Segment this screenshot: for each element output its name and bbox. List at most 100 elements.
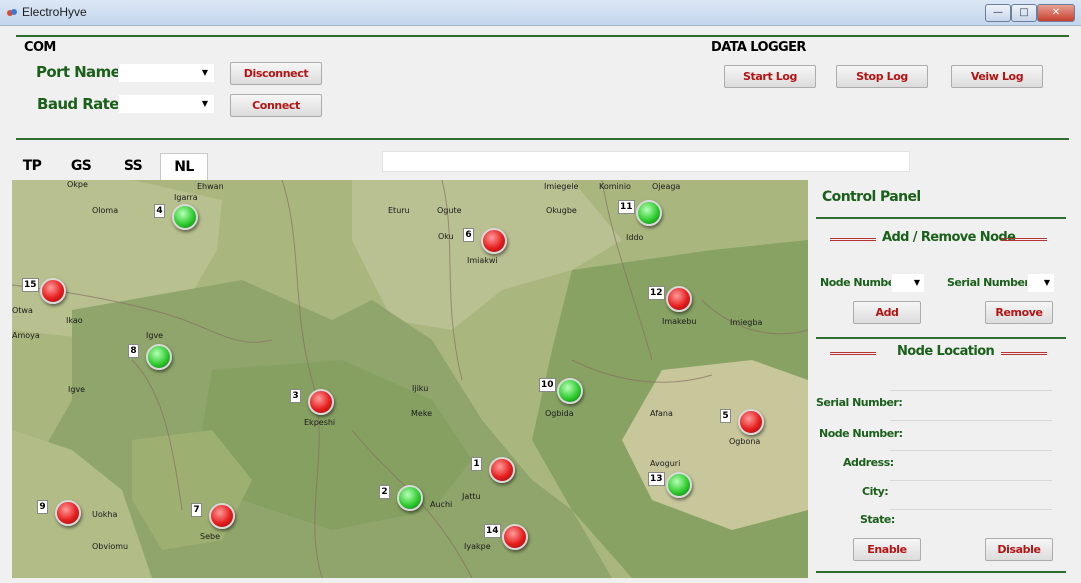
node-number: 12 [648, 286, 665, 300]
disable-button[interactable]: Disable [985, 538, 1053, 561]
node-status-light [397, 485, 423, 511]
stop-log-button[interactable]: Stop Log [836, 65, 928, 88]
place-label: Ijiku [412, 384, 429, 393]
add-remove-title: Add / Remove Node [882, 230, 1016, 245]
map-node[interactable]: 14 [484, 522, 532, 552]
value-line [890, 509, 1052, 510]
map-node[interactable]: 4 [154, 202, 202, 232]
map-node[interactable]: 3 [290, 387, 338, 417]
node-status-light [209, 503, 235, 529]
node-number: 5 [720, 409, 731, 423]
place-label: Amoya [12, 331, 40, 340]
place-label: Jattu [462, 492, 481, 501]
enable-button[interactable]: Enable [853, 538, 921, 561]
location-address-label: Address: [843, 456, 894, 469]
place-label: Eturu [388, 206, 410, 215]
disconnect-button[interactable]: Disconnect [230, 62, 322, 85]
decor-line [830, 352, 876, 355]
decor-line [1001, 352, 1047, 355]
place-label: Obviomu [92, 542, 129, 551]
place-label: Imakebu [662, 317, 697, 326]
place-label: Oloma [92, 206, 119, 215]
app-icon [7, 9, 17, 16]
place-label: Ekpeshi [304, 418, 336, 427]
place-label: Igve [146, 331, 164, 340]
place-label: Auchi [430, 500, 453, 509]
start-log-button[interactable]: Start Log [724, 65, 816, 88]
map-node[interactable]: 9 [37, 498, 85, 528]
node-number: 6 [463, 228, 474, 242]
value-line [890, 390, 1052, 391]
chevron-down-icon: ▼ [201, 99, 208, 108]
maximize-button[interactable]: □ [1011, 4, 1037, 22]
place-label: Ogute [437, 206, 462, 215]
node-number: 10 [539, 378, 556, 392]
node-number: 14 [484, 524, 501, 538]
place-label: Imiegele [544, 182, 579, 191]
tab-tp[interactable]: TP [12, 153, 52, 180]
node-status-light [481, 228, 507, 254]
map-node[interactable]: 15 [22, 276, 70, 306]
decor-line [1001, 238, 1047, 241]
window-title: ElectroHyve [22, 5, 87, 19]
place-label: Ogbona [729, 437, 761, 446]
map-node[interactable]: 7 [191, 501, 239, 531]
decor-line [830, 238, 876, 241]
connect-button[interactable]: Connect [230, 94, 322, 117]
map-node[interactable]: 6 [463, 226, 511, 256]
place-label: Sebe [200, 532, 220, 541]
tab-ss[interactable]: SS [108, 153, 158, 180]
minimize-button[interactable]: — [985, 4, 1011, 22]
map-node[interactable]: 8 [128, 342, 176, 372]
tab-gs[interactable]: GS [56, 153, 106, 180]
place-label: Ehwan [197, 182, 224, 191]
place-label: Okpe [67, 180, 88, 189]
map-node[interactable]: 12 [648, 284, 696, 314]
com-title: COM [24, 40, 56, 55]
data-logger-title: DATA LOGGER [711, 40, 806, 55]
control-panel-divider [816, 217, 1066, 219]
chevron-down-icon: ▼ [1043, 278, 1050, 287]
place-label: Imiegba [730, 318, 763, 327]
location-node-label: Node Number: [819, 427, 903, 440]
node-location-title: Node Location [897, 344, 995, 359]
node-status-light [489, 457, 515, 483]
map-terrain [12, 180, 808, 578]
node-status-light [40, 278, 66, 304]
place-label: Afana [650, 409, 673, 418]
value-line [890, 420, 1052, 421]
map-node[interactable]: 1 [471, 455, 519, 485]
baud-rate-select[interactable]: ▼ [118, 94, 215, 114]
chevron-down-icon: ▼ [201, 68, 208, 77]
status-field[interactable] [382, 151, 910, 172]
place-label: Otwa [12, 306, 33, 315]
close-button[interactable]: ✕ [1037, 4, 1075, 22]
control-panel-bottom-divider [816, 571, 1066, 573]
add-button[interactable]: Add [853, 301, 921, 324]
node-status-light [738, 409, 764, 435]
node-number-select[interactable]: ▼ [891, 273, 925, 293]
map-node[interactable]: 2 [379, 483, 427, 513]
serial-number-select[interactable]: ▼ [1027, 273, 1055, 293]
place-label: Oku [438, 232, 454, 241]
node-map[interactable]: Okpe Ehwan Igarra Oloma Eturu Ogute Imie… [12, 180, 808, 578]
place-label: Uokha [92, 510, 118, 519]
map-node[interactable]: 13 [648, 470, 696, 500]
port-name-select[interactable]: ▼ [118, 63, 215, 83]
serial-number-label: Serial Number: [947, 276, 1034, 289]
add-remove-divider [816, 337, 1066, 339]
place-label: Igarra [174, 193, 198, 202]
view-log-button[interactable]: Veiw Log [951, 65, 1043, 88]
node-number: 11 [618, 200, 635, 214]
remove-button[interactable]: Remove [985, 301, 1053, 324]
map-node[interactable]: 11 [618, 198, 666, 228]
map-node[interactable]: 10 [539, 376, 587, 406]
com-bottom-divider [16, 138, 1069, 140]
control-panel-title: Control Panel [822, 189, 921, 205]
tab-nl[interactable]: NL [160, 153, 208, 180]
place-label: Okugbe [546, 206, 577, 215]
node-number: 7 [191, 503, 202, 517]
place-label: Ogbida [545, 409, 574, 418]
node-status-light [172, 204, 198, 230]
map-node[interactable]: 5 [720, 407, 768, 437]
